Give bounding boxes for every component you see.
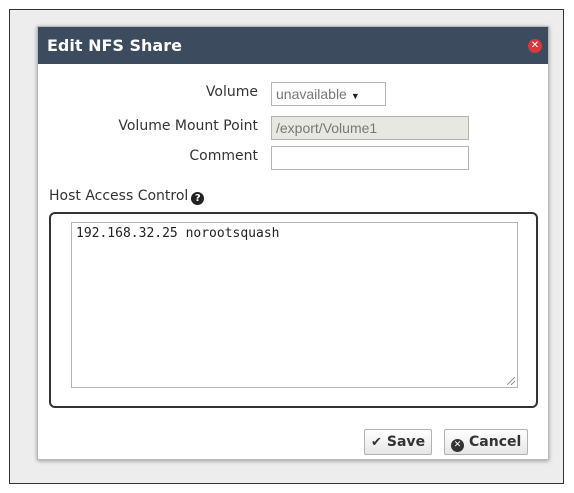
comment-label: Comment bbox=[189, 148, 258, 164]
host-access-text: 192.168.32.25 norootsquash bbox=[76, 226, 280, 241]
volume-select-value: unavailable bbox=[276, 86, 347, 102]
host-access-fieldset: 192.168.32.25 norootsquash bbox=[49, 212, 538, 408]
host-access-control-label: Host Access Control? bbox=[49, 188, 205, 205]
mount-point-field: /export/Volume1 bbox=[271, 116, 469, 140]
dialog-title: Edit NFS Share bbox=[47, 36, 182, 55]
cancel-button[interactable]: ✕ Cancel bbox=[444, 429, 529, 455]
cancel-button-label: Cancel bbox=[469, 434, 522, 450]
close-icon[interactable]: ✕ bbox=[528, 39, 542, 53]
volume-select[interactable]: unavailable ▼ bbox=[271, 82, 386, 106]
volume-label: Volume bbox=[205, 84, 258, 100]
checkmark-icon: ✔ bbox=[371, 435, 382, 450]
chevron-down-icon: ▼ bbox=[350, 91, 360, 101]
save-button[interactable]: ✔ Save bbox=[364, 429, 433, 455]
host-access-control-text: Host Access Control bbox=[49, 188, 189, 204]
mount-point-label: Volume Mount Point bbox=[118, 118, 258, 134]
edit-nfs-share-dialog: Edit NFS Share ✕ Volume unavailable ▼ Vol… bbox=[37, 26, 549, 460]
save-button-label: Save bbox=[386, 434, 426, 450]
dialog-titlebar: Edit NFS Share ✕ bbox=[38, 27, 548, 64]
comment-input[interactable] bbox=[271, 146, 469, 170]
cancel-circle-icon: ✕ bbox=[451, 439, 464, 452]
help-icon[interactable]: ? bbox=[191, 192, 205, 205]
resize-handle-icon[interactable] bbox=[507, 377, 515, 385]
host-access-textarea[interactable]: 192.168.32.25 norootsquash bbox=[71, 222, 518, 388]
